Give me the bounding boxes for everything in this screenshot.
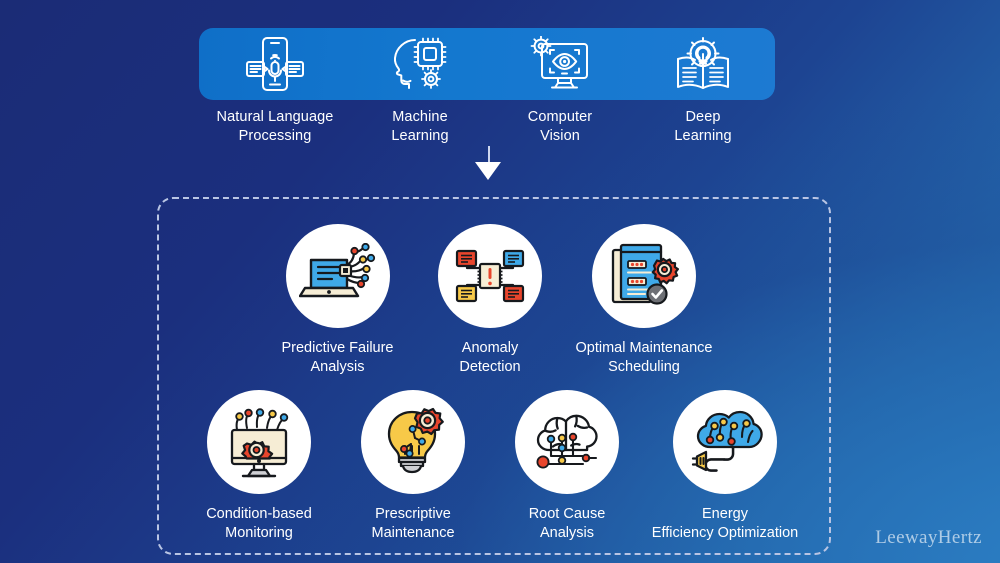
use-case-label: Predictive Failure Analysis xyxy=(281,340,394,375)
use-case-label: Energy Efficiency Optimization xyxy=(651,506,799,541)
use-case-root-cause-analysis[interactable]: Root Cause Analysis xyxy=(506,390,628,543)
banner-label-nlp: Natural Language Processing xyxy=(216,109,334,144)
cloud-plug-energy-icon xyxy=(673,390,777,494)
use-case-label: Prescriptive Maintenance xyxy=(371,506,455,541)
banner-icon-machine-learning xyxy=(351,28,489,100)
clipboard-gear-check-icon xyxy=(592,224,696,328)
banner-icon-nlp xyxy=(199,28,351,100)
banner-icon-deep-learning xyxy=(631,28,775,100)
use-case-label: Anomaly Detection xyxy=(459,340,521,375)
connector-line xyxy=(488,146,490,162)
use-case-label: Root Cause Analysis xyxy=(528,506,606,541)
lightbulb-gear-circuit-icon xyxy=(361,390,465,494)
banner-label-machine-learning: Machine Learning xyxy=(391,109,449,144)
use-case-anomaly-detection[interactable]: Anomaly Detection xyxy=(426,224,554,377)
cloud-brain-circuit-icon xyxy=(515,390,619,494)
banner-label-deep-learning: Deep Learning xyxy=(674,109,732,144)
use-case-optimal-maintenance-scheduling[interactable]: Optimal Maintenance Scheduling xyxy=(558,224,730,377)
use-case-condition-based-monitoring[interactable]: Condition-based Monitoring xyxy=(186,390,332,543)
infographic-canvas: Natural Language Processing Machine Lear… xyxy=(0,0,1000,563)
use-case-predictive-failure-analysis[interactable]: Predictive Failure Analysis xyxy=(259,224,416,377)
use-case-label: Condition-based Monitoring xyxy=(206,506,312,541)
banner-icon-computer-vision xyxy=(489,28,631,100)
use-case-label: Optimal Maintenance Scheduling xyxy=(575,340,713,375)
monitor-gear-sensors-icon xyxy=(207,390,311,494)
use-case-prescriptive-maintenance[interactable]: Prescriptive Maintenance xyxy=(344,390,482,543)
use-case-energy-efficiency-optimization[interactable]: Energy Efficiency Optimization xyxy=(640,390,810,543)
chip-alert-network-icon xyxy=(438,224,542,328)
laptop-neural-network-icon xyxy=(285,224,390,328)
ai-technologies-banner xyxy=(199,28,775,100)
down-arrow-icon xyxy=(475,162,501,180)
banner-label-computer-vision: Computer Vision xyxy=(527,109,593,144)
watermark-logo: LeewayHertz xyxy=(875,527,982,548)
